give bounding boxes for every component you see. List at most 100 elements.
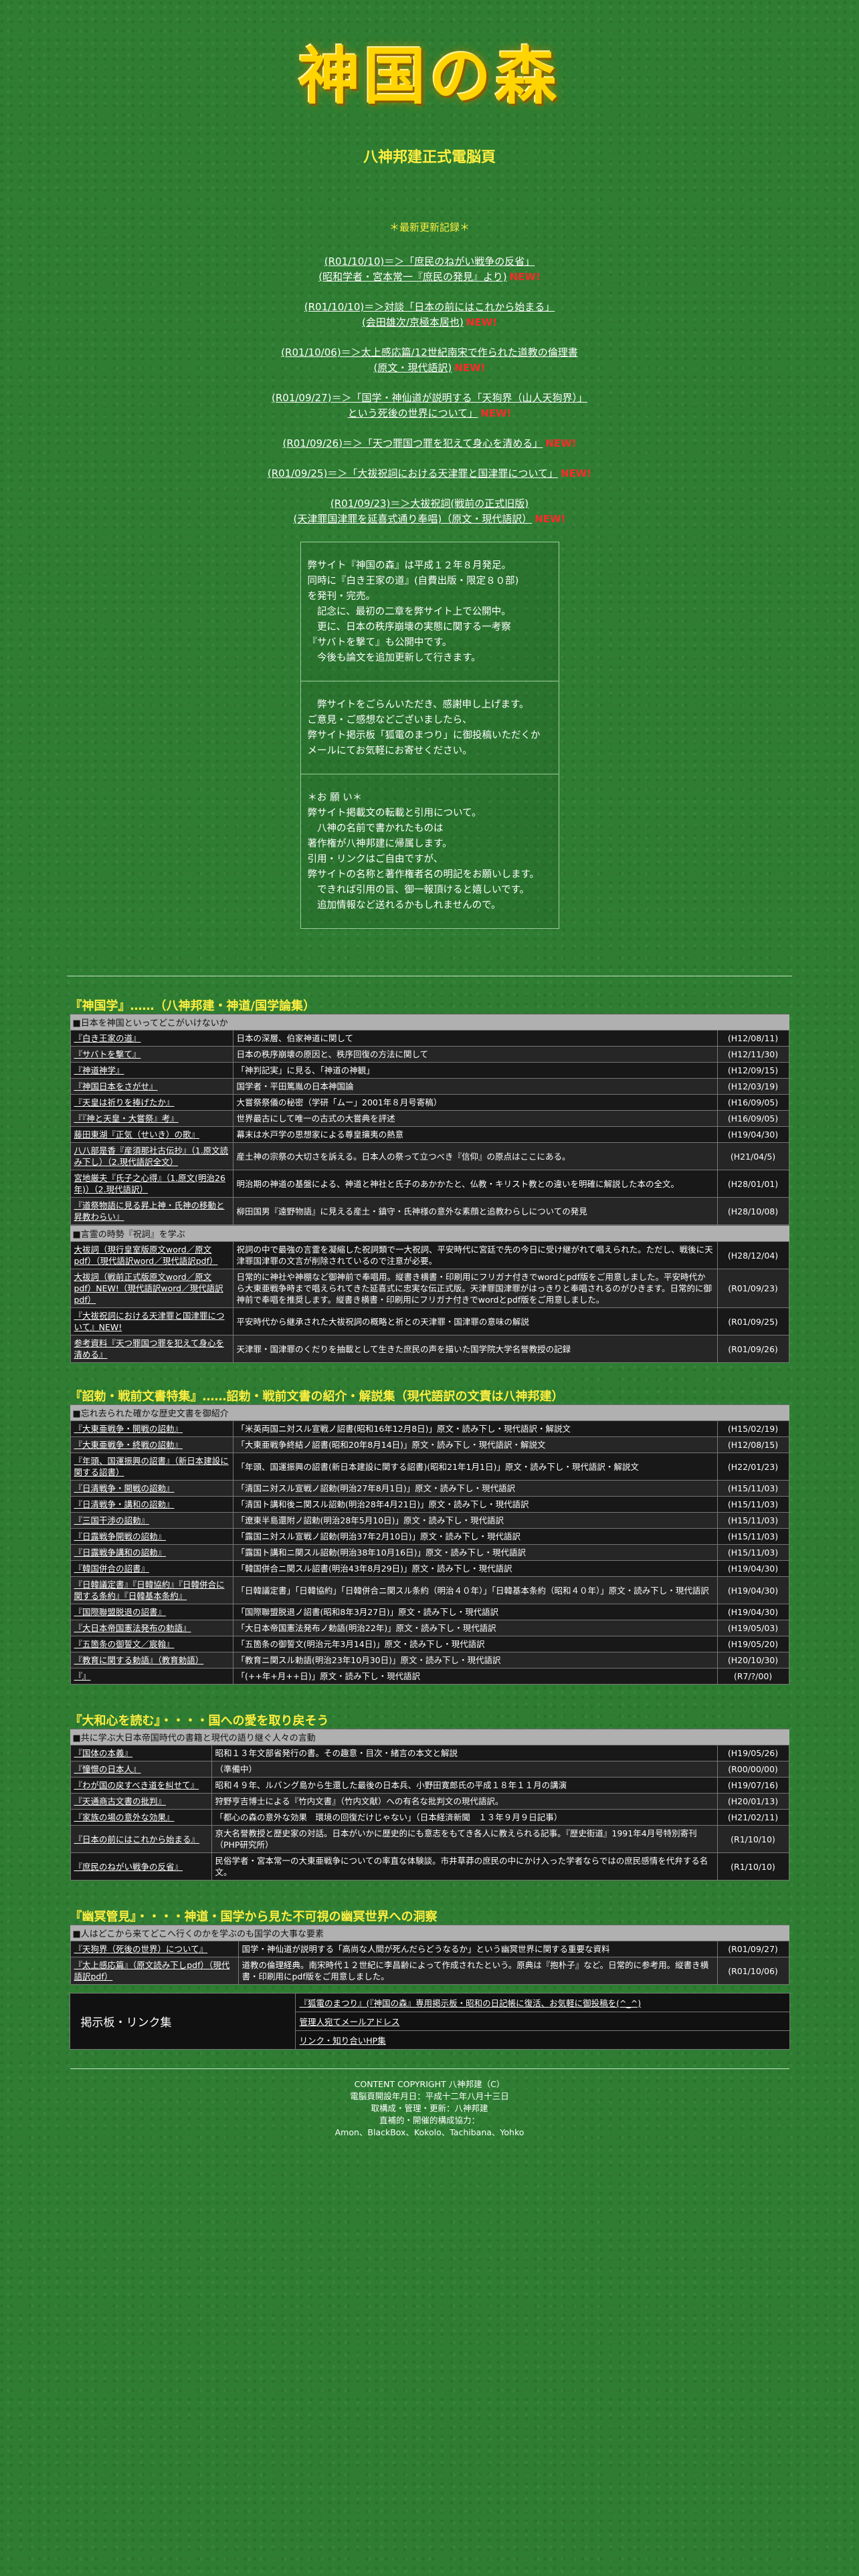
row-link[interactable]: 『大日本帝国憲法発布の勅語』: [74, 1623, 191, 1633]
row-link[interactable]: 『家族の場の意外な効果』: [74, 1812, 175, 1822]
row-link[interactable]: 宮地厳夫『氏子之心得』（1.原文(明治26年)）（2.現代語訳）: [74, 1173, 225, 1194]
table-cell-title[interactable]: 『大祓祝詞における天津罪と国津罪について』NEW!: [70, 1307, 233, 1335]
row-link[interactable]: 『大東亜戦争・開戦の詔勅』: [74, 1424, 183, 1434]
footer-link-row[interactable]: 管理人宛てメールアドレス: [294, 2012, 789, 2031]
update-link-sub[interactable]: (会田雄次/京極本居也): [362, 316, 464, 328]
row-link[interactable]: 藤田東湖『正気（せいき）の歌』: [74, 1130, 200, 1140]
table-cell-title[interactable]: 『大東亜戦争・開戦の詔勅』: [70, 1420, 233, 1437]
table-cell-title[interactable]: 『天通商古文書の批判』: [70, 1793, 212, 1810]
update-link[interactable]: (R01/10/10)＝＞「庶民のねがい戦争の反省」: [324, 255, 535, 267]
row-link[interactable]: 『わが国の戻すべき道を糾せて』: [74, 1780, 199, 1790]
row-link[interactable]: 『三国干渉の詔勅』: [74, 1515, 150, 1525]
row-link[interactable]: 『天皇は祈りを捧げたか』: [74, 1097, 175, 1107]
table-cell-title[interactable]: 『大東亜戦争・終戦の詔勅』: [70, 1436, 233, 1453]
row-link[interactable]: 『日清戦争・開戦の詔勅』: [74, 1483, 175, 1493]
row-link[interactable]: 『天通商古文書の批判』: [74, 1796, 167, 1806]
table-cell-title[interactable]: 宮地厳夫『氏子之心得』（1.原文(明治26年)）（2.現代語訳）: [70, 1170, 233, 1198]
row-link[interactable]: 『日露戦争開戦の詔勅』: [74, 1531, 167, 1541]
row-link[interactable]: 『年頭、国運振興の詔書』（新日本建設に関する詔書）: [74, 1456, 229, 1477]
row-link[interactable]: 『白き王家の道』: [74, 1033, 141, 1043]
table-cell-title[interactable]: 『大日本帝国憲法発布の勅語』: [70, 1620, 233, 1636]
table-cell-date: (H15/11/03): [717, 1496, 789, 1513]
row-link[interactable]: 『憧憬の日本人』: [74, 1764, 141, 1774]
table-cell-title[interactable]: 『サバトを撃て』: [70, 1046, 233, 1063]
table-cell-title[interactable]: 『白き王家の道』: [70, 1030, 233, 1047]
table-cell-title[interactable]: 『日露戦争講和の詔勅』: [70, 1544, 233, 1561]
footer-link[interactable]: 『狐電のまつり』(『神国の森』専用掲示板・昭和の日記帳に復活、お気軽に御投稿を(…: [300, 1998, 642, 2008]
table-cell-title[interactable]: 『神国日本をさがせ』: [70, 1078, 233, 1095]
update-link-sub[interactable]: という死後の世界について」: [348, 407, 478, 419]
table-cell-title[interactable]: 藤田東湖『正気（せいき）の歌』: [70, 1126, 233, 1143]
update-link[interactable]: (R01/09/27)＝＞「国学・神仙道が説明する「天狗界（山人天狗界）」: [272, 392, 587, 404]
update-link[interactable]: (R01/09/23)＝＞大祓祝詞(戦前の正式旧版): [330, 498, 529, 510]
row-link[interactable]: 大祓詞（現行皇室版原文word／原文pdf）（現代語訳word／現代語訳pdf）: [74, 1245, 218, 1266]
row-link[interactable]: 『神国日本をさがせ』: [74, 1081, 158, 1091]
footer-link[interactable]: リンク・知り合いHP集: [300, 2036, 386, 2046]
table-cell-title[interactable]: 『国際聯盟脱退の詔書』: [70, 1604, 233, 1620]
row-link[interactable]: 八八部是香『産須那社古伝抄』（1.原文読み下し）（2.現代語訳全文）: [74, 1146, 229, 1167]
row-link[interactable]: 『』: [74, 1671, 91, 1681]
update-item: (R01/10/10)＝＞対談「日本の前にはこれから始まる」 (会田雄次/京極本居…: [0, 300, 859, 330]
row-link[interactable]: 『日韓議定書』『日韓協約』『日韓併合に関する条約』『日韓基本条約』: [74, 1580, 225, 1601]
table-cell-title[interactable]: 『教育に関する勅語』（教育勅語）: [70, 1652, 233, 1669]
table-cell-title[interactable]: 『『神と天皇・大嘗祭』考』: [70, 1110, 233, 1127]
table-cell-title[interactable]: 『日露戦争開戦の詔勅』: [70, 1528, 233, 1545]
table-cell-title[interactable]: 『天皇は祈りを捧げたか』: [70, 1094, 233, 1111]
table-cell-title[interactable]: 『道祭物語に見る昇上神・氏神の移動と昇教わらい』: [70, 1197, 233, 1225]
table-cell-title[interactable]: 『』: [70, 1668, 233, 1685]
table-cell-title[interactable]: 『日韓議定書』『日韓協約』『日韓併合に関する条約』『日韓基本条約』: [70, 1576, 233, 1604]
footer-link[interactable]: 管理人宛てメールアドレス: [300, 2017, 400, 2027]
update-link[interactable]: (R01/10/06)＝＞太上感応篇/12世紀南宋で作られた道教の倫理書: [281, 346, 578, 358]
row-link[interactable]: 『道祭物語に見る昇上神・氏神の移動と昇教わらい』: [74, 1200, 225, 1222]
table-cell-title[interactable]: 『韓国併合の詔書』: [70, 1560, 233, 1577]
table-cell-title[interactable]: 『日本の前にはこれから始まる』: [70, 1825, 212, 1853]
row-link[interactable]: 『日清戦争・講和の詔勅』: [74, 1499, 175, 1509]
footer-link-row[interactable]: 『狐電のまつり』(『神国の森』専用掲示板・昭和の日記帳に復活、お気軽に御投稿を(…: [294, 1994, 789, 2012]
table-cell-title[interactable]: 『庶民のねがい戦争の反省』: [70, 1852, 212, 1881]
row-link[interactable]: 『大東亜戦争・終戦の詔勅』: [74, 1440, 183, 1450]
row-link[interactable]: 『神道神学』: [74, 1065, 124, 1075]
row-link[interactable]: 『教育に関する勅語』（教育勅語）: [74, 1655, 204, 1665]
table-cell-title[interactable]: 『国体の本義』: [70, 1745, 212, 1761]
update-link[interactable]: (R01/09/26)＝＞「天つ罪国つ罪を犯えて身心を清める」: [283, 437, 543, 449]
row-link[interactable]: 大祓詞（戦前正式版原文word／原文pdf）NEW!（現代語訳word／現代語訳…: [74, 1272, 223, 1305]
update-link-sub[interactable]: (原文・現代語訳): [374, 362, 452, 374]
table-cell-title[interactable]: 『三国干渉の詔勅』: [70, 1512, 233, 1529]
row-link[interactable]: 『日本の前にはこれから始まる』: [74, 1834, 200, 1844]
row-link[interactable]: 『大祓祝詞における天津罪と国津罪について』NEW!: [74, 1311, 225, 1332]
row-link[interactable]: 『サバトを撃て』: [74, 1049, 141, 1059]
table-cell-title[interactable]: 大祓詞（戦前正式版原文word／原文pdf）NEW!（現代語訳word／現代語訳…: [70, 1269, 233, 1308]
divider: [70, 2068, 789, 2069]
row-link[interactable]: 『『神と天皇・大嘗祭』考』: [74, 1113, 179, 1123]
table-cell-title[interactable]: 参考資料『天つ罪国つ罪を犯えて身心を清める』: [70, 1335, 233, 1363]
row-link[interactable]: 参考資料『天つ罪国つ罪を犯えて身心を清める』: [74, 1338, 224, 1360]
table-row: 『三国干渉の詔勅』 「遼東半島還附ノ詔勅(明治28年5月10日)」原文・読み下し・…: [70, 1512, 789, 1529]
update-link[interactable]: (R01/10/10)＝＞対談「日本の前にはこれから始まる」: [304, 301, 555, 313]
table-cell-title[interactable]: 八八部是香『産須那社古伝抄』（1.原文読み下し）（2.現代語訳全文）: [70, 1142, 233, 1170]
table-cell-title[interactable]: 『太上感応篇』（原文読み下しpdf）（現代語訳pdf）: [70, 1957, 239, 1985]
update-link-sub[interactable]: (天津罪国津罪を延喜式通り奉唱)（原文・現代語訳）: [294, 513, 533, 525]
table-cell-title[interactable]: 『五箇条の御誓文／宸翰』: [70, 1636, 233, 1652]
row-link[interactable]: 『韓国併合の詔書』: [74, 1564, 150, 1574]
row-link[interactable]: 『日露戦争講和の詔勅』: [74, 1547, 167, 1558]
row-link[interactable]: 『国際聯盟脱退の詔書』: [74, 1607, 167, 1617]
update-link[interactable]: (R01/09/25)＝＞「大祓祝詞における天津罪と国津罪について」: [268, 467, 558, 479]
update-link-sub[interactable]: (昭和学者・宮本常一『庶民の発見』より): [318, 271, 506, 283]
table-cell-title[interactable]: 『年頭、国運振興の詔書』（新日本建設に関する詔書）: [70, 1453, 233, 1481]
row-link[interactable]: 『五箇条の御誓文／宸翰』: [74, 1639, 175, 1649]
table-cell-title[interactable]: 『天狗界（死後の世界）について』: [70, 1941, 239, 1957]
table-cell-title[interactable]: 『日清戦争・講和の詔勅』: [70, 1496, 233, 1513]
row-link[interactable]: 『天狗界（死後の世界）について』: [74, 1944, 208, 1954]
row-link[interactable]: 『庶民のねがい戦争の反省』: [74, 1862, 183, 1872]
table-cell-title[interactable]: 『家族の場の意外な効果』: [70, 1809, 212, 1826]
table-cell-title[interactable]: 『憧憬の日本人』: [70, 1761, 212, 1778]
row-link[interactable]: 『太上感応篇』（原文読み下しpdf）（現代語訳pdf）: [74, 1960, 230, 1981]
group-header: ■言霊の時勢『祝詞』を学ぶ: [70, 1225, 789, 1241]
footer-link-row[interactable]: リンク・知り合いHP集: [294, 2031, 789, 2049]
table-cell-title[interactable]: 『わが国の戻すべき道を糾せて』: [70, 1777, 212, 1794]
table-cell-title[interactable]: 『日清戦争・開戦の詔勅』: [70, 1480, 233, 1497]
table-cell-title[interactable]: 大祓詞（現行皇室版原文word／原文pdf）（現代語訳word／現代語訳pdf）: [70, 1241, 233, 1269]
table-cell-title[interactable]: 『神道神学』: [70, 1062, 233, 1079]
table-cell-desc: 「露国ト講和ニ関スル詔勅(明治38年10月16日)」原文・読み下し・現代語訳: [232, 1544, 718, 1561]
row-link[interactable]: 『国体の本義』: [74, 1748, 133, 1758]
